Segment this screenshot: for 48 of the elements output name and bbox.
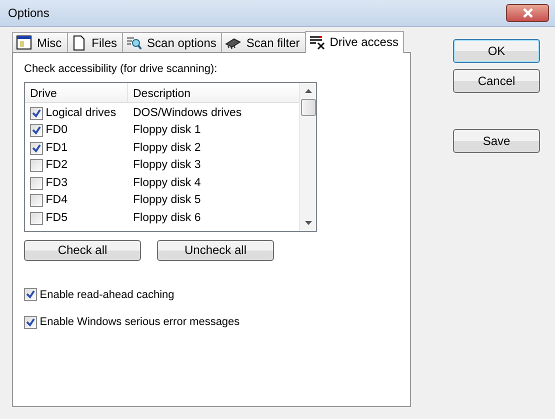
tab[interactable]: Drive access [304,31,404,53]
option-label: Enable read-ahead caching [40,288,174,302]
table-cell-text: FD2 [46,158,68,174]
table-cell-text: Floppy disk 1 [132,123,201,138]
table-cell-text: Floppy disk 2 [132,140,201,156]
list-button[interactable]: Uncheck all [157,240,274,260]
table-cell-text: FD1 [46,140,68,156]
checkbox[interactable] [30,106,43,120]
tab[interactable]: Files [66,32,124,52]
table-cell-text: Floppy disk 5 [132,193,201,208]
window-icon [16,34,32,50]
table-cell-text: DOS/Windows drives [132,106,242,121]
column-header[interactable]: Drive [25,82,128,102]
checkbox[interactable] [30,159,43,172]
drive-icon [308,34,325,50]
tab[interactable]: Misc [12,32,68,52]
checkbox[interactable] [24,316,37,329]
scroll-thumb[interactable] [300,98,316,116]
table-cell-text: Logical drives [46,106,116,121]
scroll-up-icon [304,88,312,92]
checkbox[interactable] [30,194,43,208]
close-button[interactable] [506,4,549,22]
list-button[interactable]: Check all [24,240,141,260]
scroll-down-icon [304,220,312,224]
tab[interactable]: Scan options [122,32,222,52]
table-cell-text: FD4 [46,193,68,208]
checkbox[interactable] [30,176,43,190]
checkbox[interactable] [30,124,43,138]
window-title: Options [8,5,50,22]
table-cell-text: Floppy disk 3 [132,158,201,174]
checkbox[interactable] [24,288,37,302]
scrollbar[interactable] [299,82,316,230]
dialog-button[interactable]: OK [453,39,540,63]
option-label: Enable Windows serious error messages [40,315,240,330]
table-cell-text: Floppy disk 4 [132,176,201,191]
table-cell-text: Floppy disk 6 [132,210,201,226]
close-icon [522,8,534,18]
dialog-button[interactable]: Save [453,129,540,153]
magnifier-icon [126,34,142,50]
table-cell-text: FD0 [46,123,68,138]
table-cell-text: FD5 [46,210,68,226]
tab[interactable]: Scan filter [221,32,306,52]
table-cell-text: FD3 [46,176,68,191]
dialog-button[interactable]: Cancel [453,69,540,93]
column-header[interactable]: Description [128,82,196,102]
list-caption: Check accessibility (for drive scanning): [24,62,218,77]
checkbox[interactable] [30,142,43,155]
checkbox[interactable] [30,212,43,225]
